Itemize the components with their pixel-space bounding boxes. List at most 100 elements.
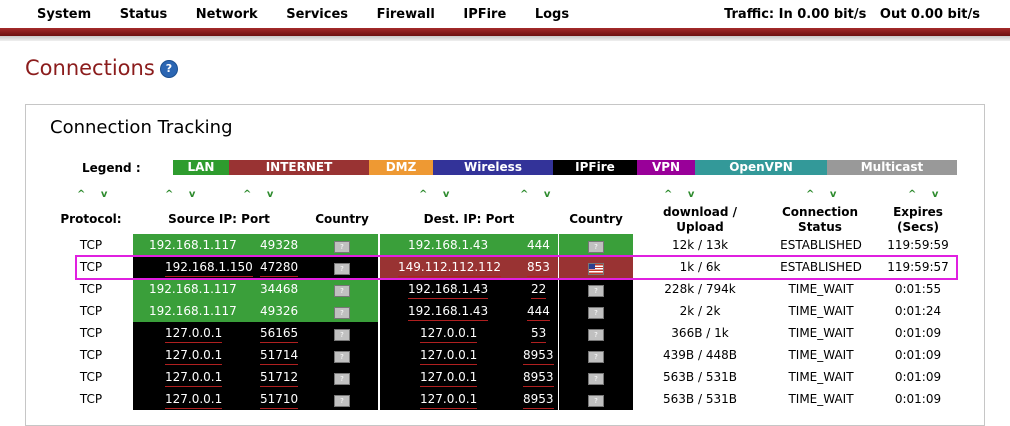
row-source-port[interactable]: 51712 <box>260 369 299 387</box>
unknown-flag-icon: ? <box>334 373 350 385</box>
nav-logs[interactable]: Logs <box>535 7 569 22</box>
header-country: Country <box>315 212 369 226</box>
row-dest-ip[interactable]: 127.0.0.1 <box>420 369 478 387</box>
row-source-port[interactable]: 34468 <box>260 278 298 300</box>
sort-arrows-transfer[interactable]: ^ v <box>664 189 700 200</box>
row-protocol: TCP <box>79 326 103 340</box>
legend-item-dmz: DMZ <box>369 160 433 175</box>
unknown-flag-icon: ? <box>588 241 604 253</box>
legend-item-lan: LAN <box>173 160 229 175</box>
row-dest-ip[interactable]: 192.168.1.43 <box>408 234 488 256</box>
row-dest-country-cell: ? <box>559 344 633 366</box>
header-source: Source IP: Port <box>168 212 270 226</box>
row-protocol: TCP <box>79 392 103 406</box>
header-status-line2: Status <box>798 220 842 234</box>
nav-system[interactable]: System <box>37 7 91 22</box>
row-dest-country-cell: ? <box>559 278 633 300</box>
row-source-cell: 127.0.0.1 51712 ? <box>133 366 378 388</box>
sort-arrows-status[interactable]: ^ v <box>806 189 842 200</box>
row-source-cell: 192.168.1.117 49326 ? <box>133 300 378 322</box>
unknown-flag-icon: ? <box>334 307 350 319</box>
row-dest-port[interactable]: 8953 <box>523 391 554 409</box>
row-dest-port[interactable]: 444 <box>527 303 550 321</box>
row-source-port[interactable]: 51714 <box>260 347 299 365</box>
row-dest-country-cell: ? <box>559 388 633 410</box>
header-bar <box>0 28 1010 36</box>
sort-arrows-source-port[interactable]: ^ v <box>243 189 279 200</box>
selected-row-highlight <box>75 255 958 280</box>
row-source-cell: 127.0.0.1 51714 ? <box>133 344 378 366</box>
row-source-ip[interactable]: 192.168.1.117 <box>149 278 237 300</box>
sort-arrows-protocol[interactable]: ^ v <box>77 189 113 200</box>
nav-status[interactable]: Status <box>120 7 168 22</box>
header-status-line1: Connection <box>781 205 859 219</box>
unknown-flag-icon: ? <box>588 351 604 363</box>
row-source-port[interactable]: 51710 <box>260 391 299 409</box>
unknown-flag-icon: ? <box>334 395 350 407</box>
row-source-ip[interactable]: 192.168.1.117 <box>149 234 237 256</box>
row-dest-cell: 192.168.1.43 444 <box>380 234 558 256</box>
sort-arrows-source-ip[interactable]: ^ v <box>165 189 201 200</box>
row-dest-port[interactable]: 8953 <box>523 347 554 365</box>
row-dest-port[interactable]: 444 <box>527 234 550 256</box>
row-source-ip[interactable]: 127.0.0.1 <box>165 347 223 365</box>
unknown-flag-icon: ? <box>334 285 350 297</box>
row-dest-cell: 192.168.1.43 22 <box>380 278 558 300</box>
page-title: Connections <box>25 56 155 80</box>
header-shadow <box>0 36 1010 41</box>
row-dest-ip[interactable]: 127.0.0.1 <box>420 325 478 343</box>
sort-arrows-dest-port[interactable]: ^ v <box>520 189 556 200</box>
row-source-cell: 127.0.0.1 56165 ? <box>133 322 378 344</box>
row-dest-port[interactable]: 8953 <box>523 369 554 387</box>
nav-network[interactable]: Network <box>196 7 258 22</box>
row-source-ip[interactable]: 127.0.0.1 <box>165 369 223 387</box>
header-expires-line1: Expires <box>893 205 943 219</box>
row-dest-port[interactable]: 22 <box>531 281 547 299</box>
header-country-2: Country <box>569 212 623 226</box>
row-source-ip[interactable]: 127.0.0.1 <box>165 325 223 343</box>
row-protocol: TCP <box>79 304 103 318</box>
row-expires: 119:59:59 <box>887 238 949 252</box>
row-protocol: TCP <box>79 282 103 296</box>
row-dest-ip[interactable]: 127.0.0.1 <box>420 347 478 365</box>
row-dest-country-cell: ? <box>559 300 633 322</box>
row-source-port[interactable]: 56165 <box>260 325 299 343</box>
question-icon[interactable]: ? <box>160 60 178 78</box>
row-expires: 0:01:55 <box>894 282 942 296</box>
header-protocol: Protocol: <box>60 212 122 226</box>
row-dest-country-cell: ? <box>559 234 633 256</box>
row-source-cell: 192.168.1.117 49328 ? <box>133 234 378 256</box>
legend-item-openvpn: OpenVPN <box>695 160 827 175</box>
row-source-ip[interactable]: 127.0.0.1 <box>165 391 223 409</box>
nav-firewall[interactable]: Firewall <box>377 7 435 22</box>
unknown-flag-icon: ? <box>334 329 350 341</box>
row-source-cell: 127.0.0.1 51710 ? <box>133 388 378 410</box>
nav-services[interactable]: Services <box>286 7 348 22</box>
sort-arrows-expires[interactable]: ^ v <box>908 189 944 200</box>
row-source-ip[interactable]: 192.168.1.117 <box>149 300 237 322</box>
row-dest-cell: 127.0.0.1 53 <box>380 322 558 344</box>
row-dest-cell: 127.0.0.1 8953 <box>380 388 558 410</box>
row-source-port[interactable]: 49328 <box>260 234 298 256</box>
row-status: TIME_WAIT <box>788 282 854 296</box>
row-transfer: 563B / 531B <box>663 370 737 384</box>
row-status: ESTABLISHED <box>780 238 862 252</box>
sort-arrows-dest-ip[interactable]: ^ v <box>419 189 455 200</box>
legend-item-multicast: Multicast <box>827 160 957 175</box>
row-transfer: 12k / 13k <box>671 238 729 252</box>
row-source-port[interactable]: 49326 <box>260 300 298 322</box>
row-protocol: TCP <box>79 238 103 252</box>
row-dest-port[interactable]: 53 <box>531 325 547 343</box>
legend-item-internet: INTERNET <box>229 160 369 175</box>
row-dest-cell: 127.0.0.1 8953 <box>380 344 558 366</box>
row-dest-ip[interactable]: 192.168.1.43 <box>408 281 489 299</box>
row-transfer: 366B / 1k <box>671 326 729 340</box>
legend-item-vpn: VPN <box>637 160 695 175</box>
row-status: TIME_WAIT <box>788 348 854 362</box>
row-transfer: 2k / 2k <box>679 304 721 318</box>
row-dest-ip[interactable]: 192.168.1.43 <box>408 303 489 321</box>
row-transfer: 439B / 448B <box>663 348 737 362</box>
nav-ipfire[interactable]: IPFire <box>463 7 506 22</box>
row-dest-country-cell: ? <box>559 322 633 344</box>
row-dest-ip[interactable]: 127.0.0.1 <box>420 391 478 409</box>
